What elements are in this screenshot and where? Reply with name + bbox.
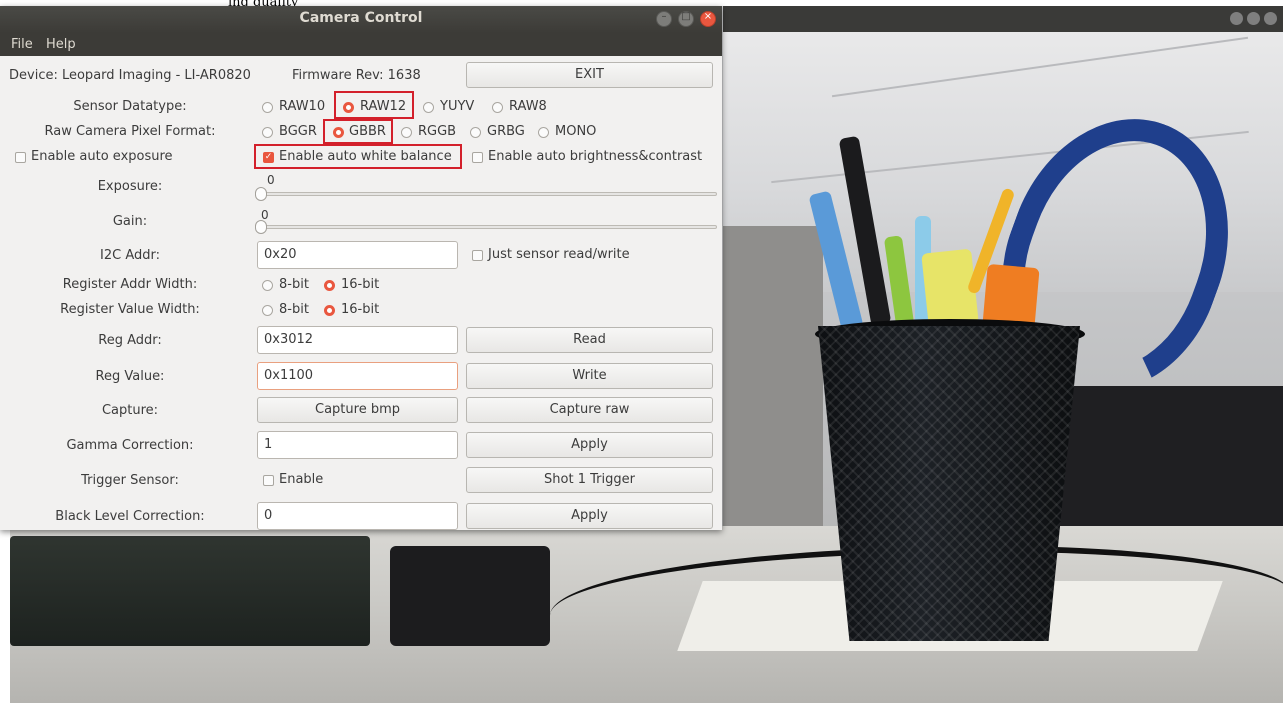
radio-bggr[interactable] (262, 127, 273, 138)
reg-addr-width-label: Register Addr Width: (62, 277, 198, 292)
radio-mono[interactable] (538, 127, 549, 138)
radio-raw10-label: RAW10 (279, 99, 326, 114)
preview-minimize-icon[interactable] (1230, 12, 1243, 25)
maximize-icon: □ (681, 11, 691, 22)
preview-close-icon[interactable] (1264, 12, 1277, 25)
black-level-apply-button[interactable]: Apply (466, 503, 713, 529)
menu-file[interactable]: File (11, 37, 33, 52)
reg-addr-label: Reg Addr: (98, 333, 162, 348)
radio-grbg[interactable] (470, 127, 481, 138)
auto-brightness-label: Enable auto brightness&contrast (488, 149, 703, 164)
radio-yuyv[interactable] (423, 102, 434, 113)
radio-addr-8bit[interactable] (262, 280, 273, 291)
capture-bmp-button[interactable]: Capture bmp (257, 397, 458, 423)
highlight-gbbr (323, 119, 393, 144)
black-level-input[interactable]: 0 (257, 502, 458, 530)
auto-exposure-checkbox[interactable] (15, 152, 26, 163)
shot-trigger-button[interactable]: Shot 1 Trigger (466, 467, 713, 493)
write-button[interactable]: Write (466, 363, 713, 389)
black-level-label: Black Level Correction: (55, 509, 205, 524)
capture-raw-button[interactable]: Capture raw (466, 397, 713, 423)
reg-value-label: Reg Value: (95, 369, 165, 384)
auto-exposure-label: Enable auto exposure (31, 149, 173, 164)
radio-addr-8bit-label: 8-bit (279, 277, 309, 292)
radio-addr-16bit-label: 16-bit (341, 277, 380, 292)
minimize-icon: – (661, 11, 667, 22)
exposure-slider-handle[interactable] (255, 187, 267, 201)
exit-button[interactable]: EXIT (466, 62, 713, 88)
gain-slider-handle[interactable] (255, 220, 267, 234)
menubar: File Help (0, 33, 722, 56)
radio-bggr-label: BGGR (279, 124, 317, 139)
reg-value-width-label: Register Value Width: (60, 302, 200, 317)
radio-raw8[interactable] (492, 102, 503, 113)
i2c-address-input[interactable]: 0x20 (257, 241, 458, 269)
close-button[interactable]: × (700, 11, 716, 27)
gamma-input[interactable]: 1 (257, 431, 458, 459)
preview-titlebar (723, 6, 1283, 32)
reg-addr-input[interactable]: 0x3012 (257, 326, 458, 354)
radio-value-8bit-label: 8-bit (279, 302, 309, 317)
pen-cup (818, 326, 1080, 641)
minimize-button[interactable]: – (656, 11, 672, 27)
radio-value-8bit[interactable] (262, 305, 273, 316)
camera-module (390, 546, 550, 646)
radio-yuyv-label: YUYV (440, 99, 475, 114)
capture-label: Capture: (101, 403, 159, 418)
gamma-label: Gamma Correction: (66, 438, 194, 453)
close-icon: × (703, 11, 713, 22)
radio-grbg-label: GRBG (487, 124, 525, 139)
radio-mono-label: MONO (555, 124, 597, 139)
circuit-board (10, 536, 370, 646)
pixel-format-label: Raw Camera Pixel Format: (44, 124, 216, 139)
cubicle-partition (723, 226, 823, 526)
preview-maximize-icon[interactable] (1247, 12, 1260, 25)
menu-help[interactable]: Help (46, 37, 76, 52)
device-label: Device: Leopard Imaging - LI-AR0820 (9, 68, 251, 83)
firmware-label: Firmware Rev: 1638 (292, 68, 421, 83)
just-sensor-label: Just sensor read/write (488, 247, 630, 262)
radio-value-16bit[interactable] (324, 305, 335, 316)
radio-raw8-label: RAW8 (509, 99, 547, 114)
auto-brightness-checkbox[interactable] (472, 152, 483, 163)
radio-addr-16bit[interactable] (324, 280, 335, 291)
just-sensor-checkbox[interactable] (472, 250, 483, 261)
reg-value-input[interactable]: 0x1100 (257, 362, 458, 390)
i2c-label: I2C Addr: (100, 248, 160, 263)
maximize-button[interactable]: □ (678, 11, 694, 27)
window-title: Camera Control (299, 10, 423, 26)
radio-raw10[interactable] (262, 102, 273, 113)
exposure-slider[interactable] (258, 192, 717, 196)
gain-slider[interactable] (258, 225, 717, 229)
exposure-label: Exposure: (97, 179, 163, 194)
gain-label: Gain: (112, 214, 148, 229)
sensor-datatype-label: Sensor Datatype: (73, 99, 187, 114)
trigger-enable-checkbox[interactable] (263, 475, 274, 486)
trigger-label: Trigger Sensor: (81, 473, 179, 488)
titlebar: Camera Control – □ × (0, 6, 722, 33)
read-button[interactable]: Read (466, 327, 713, 353)
highlight-raw12 (334, 91, 414, 119)
camera-control-window: Camera Control – □ × File Help Device: L… (0, 6, 722, 530)
radio-value-16bit-label: 16-bit (341, 302, 380, 317)
gamma-apply-button[interactable]: Apply (466, 432, 713, 458)
radio-rggb-label: RGGB (418, 124, 457, 139)
trigger-enable-label: Enable (279, 472, 324, 487)
highlight-auto-white-balance (254, 144, 462, 169)
radio-rggb[interactable] (401, 127, 412, 138)
exposure-value: 0 (267, 173, 275, 187)
